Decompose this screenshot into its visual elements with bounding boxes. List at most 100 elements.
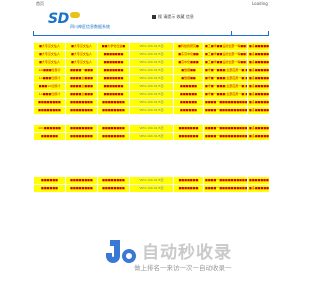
table-cell: ■学■一■■■(全部应用一■)■■■■	[203, 90, 248, 99]
table-cell[interactable]: ■多■■■■■	[247, 58, 270, 67]
table-cell[interactable]: ■多■■■■■	[247, 50, 270, 59]
table-cell[interactable]: ■多■■■■■	[247, 106, 270, 115]
table-row: ■■■1A位移计 ■■■■全■■■ ■■■■■■■ VIP2-100-01/5日 ■■■…	[33, 82, 270, 91]
table-cell: ■■■■■■■■	[65, 124, 98, 133]
table-cell: VIP2-100-01/5日	[129, 132, 174, 141]
table-cell[interactable]: ■多■■■■■	[247, 42, 270, 51]
table-cell[interactable]: ■■■■■■	[33, 132, 66, 141]
table-cell[interactable]: ■多■■■■■	[247, 82, 270, 91]
table-row: 1A■■■位移计 ■■■■全■■■ ■■■■■■■ VIP2-100-01/5日 ■数据…	[33, 74, 270, 83]
table-cell: ■学■一■■■(全部应用一■)■■■■	[203, 66, 248, 75]
table-cell[interactable]: ■■■■■■■	[247, 176, 270, 185]
table-cell[interactable]: 1AI■■■位移计	[33, 66, 66, 75]
table-cell[interactable]: ■多■■■■■	[247, 74, 270, 83]
table-cell: ■■■■■■■	[173, 124, 204, 133]
table-cell: ■■■■■■■	[173, 184, 204, 193]
table-cell: ■■■■■■■■	[97, 184, 130, 193]
table-cell[interactable]: ■大专汉文仙人	[33, 58, 66, 67]
search-text: 搜 请提示 收藏 信息	[158, 14, 194, 19]
watermark-subtitle: 做上排名一来访一次一自动收录一	[134, 264, 232, 272]
data-table-second: 101■■■■■■ ■■■■■■■■ ■■■■■■■■ VIP2-100-01/5日 ■…	[33, 124, 270, 141]
table-cell[interactable]: ■多■■■■■	[247, 98, 270, 107]
data-table-main: ■大专汉文仙人 ■大专汉文仙人 ■■大学化仕进■ VIP2-100-01/5日 ■科技的…	[33, 42, 270, 115]
table-cell[interactable]: ■多■■■■■	[247, 90, 270, 99]
home-link[interactable]: 首页	[36, 1, 44, 7]
top-bar: 首页 Loading	[0, 0, 300, 9]
table-cell: ■■■■■■■■	[65, 98, 98, 107]
table-cell: VIP2-100-01/5日	[129, 184, 174, 193]
table-row: ■■■■■■ ■■■■■■■■ ■■■■■■■■ VIP2-100-01/5日 ■■■■…	[33, 176, 270, 185]
table-cell[interactable]: ■大专汉文仙人	[33, 50, 66, 59]
table-cell: VIP2-100-01/5日	[129, 66, 174, 75]
table-cell[interactable]: ■多■■■■■	[247, 124, 270, 133]
table-row: ■■■■■■■■ ■■■■■■■■ ■■■■■■■■ VIP2-100-01/5日 ■■…	[33, 98, 270, 107]
table-cell[interactable]: 1A■■■位移计	[33, 74, 66, 83]
table-cell[interactable]: ■■■1A位移计	[33, 82, 66, 91]
table-cell[interactable]: ■多■■■■■	[247, 66, 270, 75]
loading-status: Loading	[252, 1, 268, 6]
table-row: ■■■■■■ ■■■■■■■■ ■■■■■■■■ VIP2-100-01/5日 ■■■■…	[33, 184, 270, 193]
table-cell: VIP2-100-01/5日	[129, 50, 174, 59]
table-cell: ■■■■一■■■■■■■■■■■■■■	[203, 184, 248, 193]
table-cell: ■■■■全■■■	[65, 74, 98, 83]
table-cell[interactable]: ■■■■■■■■	[33, 98, 66, 107]
logo-subtitle: 四川神匠信息数据系统	[70, 24, 110, 29]
table-cell: ■■■■全■■■	[65, 90, 98, 99]
table-cell: ■■■■■■■■	[97, 98, 130, 107]
table-cell: ■高中化■■■	[173, 58, 204, 67]
table-cell: ■■■■■■	[173, 82, 204, 91]
table-cell[interactable]: 101■■■■■■	[33, 124, 66, 133]
table-cell[interactable]: 1A■■■位移计	[33, 90, 66, 99]
table-cell[interactable]: ■大专汉文仙人	[33, 42, 66, 51]
table-cell: ■学■一■■■(全部应用一■)■■■■	[203, 74, 248, 83]
search-area[interactable]: 搜 请提示 收藏 信息	[152, 14, 194, 20]
table-cell: ■■■■一■■■■■■■■■■■■■■	[203, 106, 248, 115]
table-cell[interactable]: ■■■■■■■■	[33, 106, 66, 115]
table-cell[interactable]: ■多■■■■■	[247, 184, 270, 193]
table-cell: ■■■■一■■■■■■■■■■■■■■	[203, 124, 248, 133]
table-cell: ■■■■■■■	[97, 90, 130, 99]
table-cell: VIP2-100-01/5日	[129, 82, 174, 91]
table-row: ■■■■■■ ■■■■■■■■ ■■■■■■■■ VIP2-100-01/5日 ■■■■…	[33, 132, 270, 141]
table-cell: ■■■■■■■■	[65, 132, 98, 141]
table-cell: ■■■■一■■■	[65, 66, 98, 75]
header-divider	[33, 35, 269, 36]
table-cell: VIP2-100-01/5日	[129, 176, 174, 185]
table-cell[interactable]: ■■■■■■	[33, 176, 66, 185]
table-row: ■大专汉文仙人 ■大专汉文仙人 ■■■■■■■ VIP2-100-01/5日 ■高中化■…	[33, 58, 270, 67]
table-row: 1AI■■■位移计 ■■■■一■■■ ■■■■■■■ VIP2-100-01/5日 ■数…	[33, 66, 270, 75]
table-cell: ■■■■■■	[173, 90, 204, 99]
table-cell: ■■■■■■■	[173, 132, 204, 141]
table-cell: ■■■■■■■	[173, 176, 204, 185]
table-cell: ■■■■■■■	[97, 50, 130, 59]
table-cell: ■数据■■	[173, 66, 204, 75]
search-icon	[152, 15, 156, 19]
table-cell: ■■■■一■■■■■■■■■■■■■■	[203, 98, 248, 107]
table-cell[interactable]: ■多■■■■■	[247, 132, 270, 141]
table-cell: ■■■■■■■■	[97, 132, 130, 141]
table-row: 101■■■■■■ ■■■■■■■■ ■■■■■■■■ VIP2-100-01/5日 ■…	[33, 124, 270, 133]
table-cell: ■学■一■■■(全部应用一■)■■■■	[203, 82, 248, 91]
table-cell: ■东高中化■■	[173, 50, 204, 59]
watermark-logo-icon	[106, 240, 136, 263]
table-cell: ■工■学■■设的全部一等■■计■■■	[203, 42, 248, 51]
table-cell: ■大专汉文仙人	[65, 42, 98, 51]
table-row: ■大专汉文仙人 ■大专汉文仙人 ■■■■■■■ VIP2-100-01/5日 ■东高中化…	[33, 50, 270, 59]
table-cell: ■■■■■■■	[97, 66, 130, 75]
table-cell: ■大专汉文仙人	[65, 58, 98, 67]
table-cell: ■■大学化仕进■	[97, 42, 130, 51]
table-row: 1A■■■位移计 ■■■■全■■■ ■■■■■■■ VIP2-100-01/5日 ■■■…	[33, 90, 270, 99]
table-row: ■大专汉文仙人 ■大专汉文仙人 ■■大学化仕进■ VIP2-100-01/5日 ■科技的…	[33, 42, 270, 51]
table-cell: ■■■■■■■	[97, 74, 130, 83]
table-cell: VIP2-100-01/5日	[129, 58, 174, 67]
site-logo[interactable]: SD 四川神匠信息数据系统	[46, 10, 136, 32]
table-cell: VIP2-100-01/5日	[129, 74, 174, 83]
table-cell: VIP2-100-01/5日	[129, 106, 174, 115]
table-cell[interactable]: ■■■■■■	[33, 184, 66, 193]
table-cell: ■工■学■■设的全部一等■■计■■■	[203, 58, 248, 67]
table-cell: VIP2-100-01/5日	[129, 124, 174, 133]
table-cell: ■■■■一■■■■■■■■■■■■■■	[203, 132, 248, 141]
table-cell: VIP2-100-01/5日	[129, 90, 174, 99]
table-cell: VIP2-100-01/5日	[129, 98, 174, 107]
table-cell: ■■■■■■■■	[97, 124, 130, 133]
